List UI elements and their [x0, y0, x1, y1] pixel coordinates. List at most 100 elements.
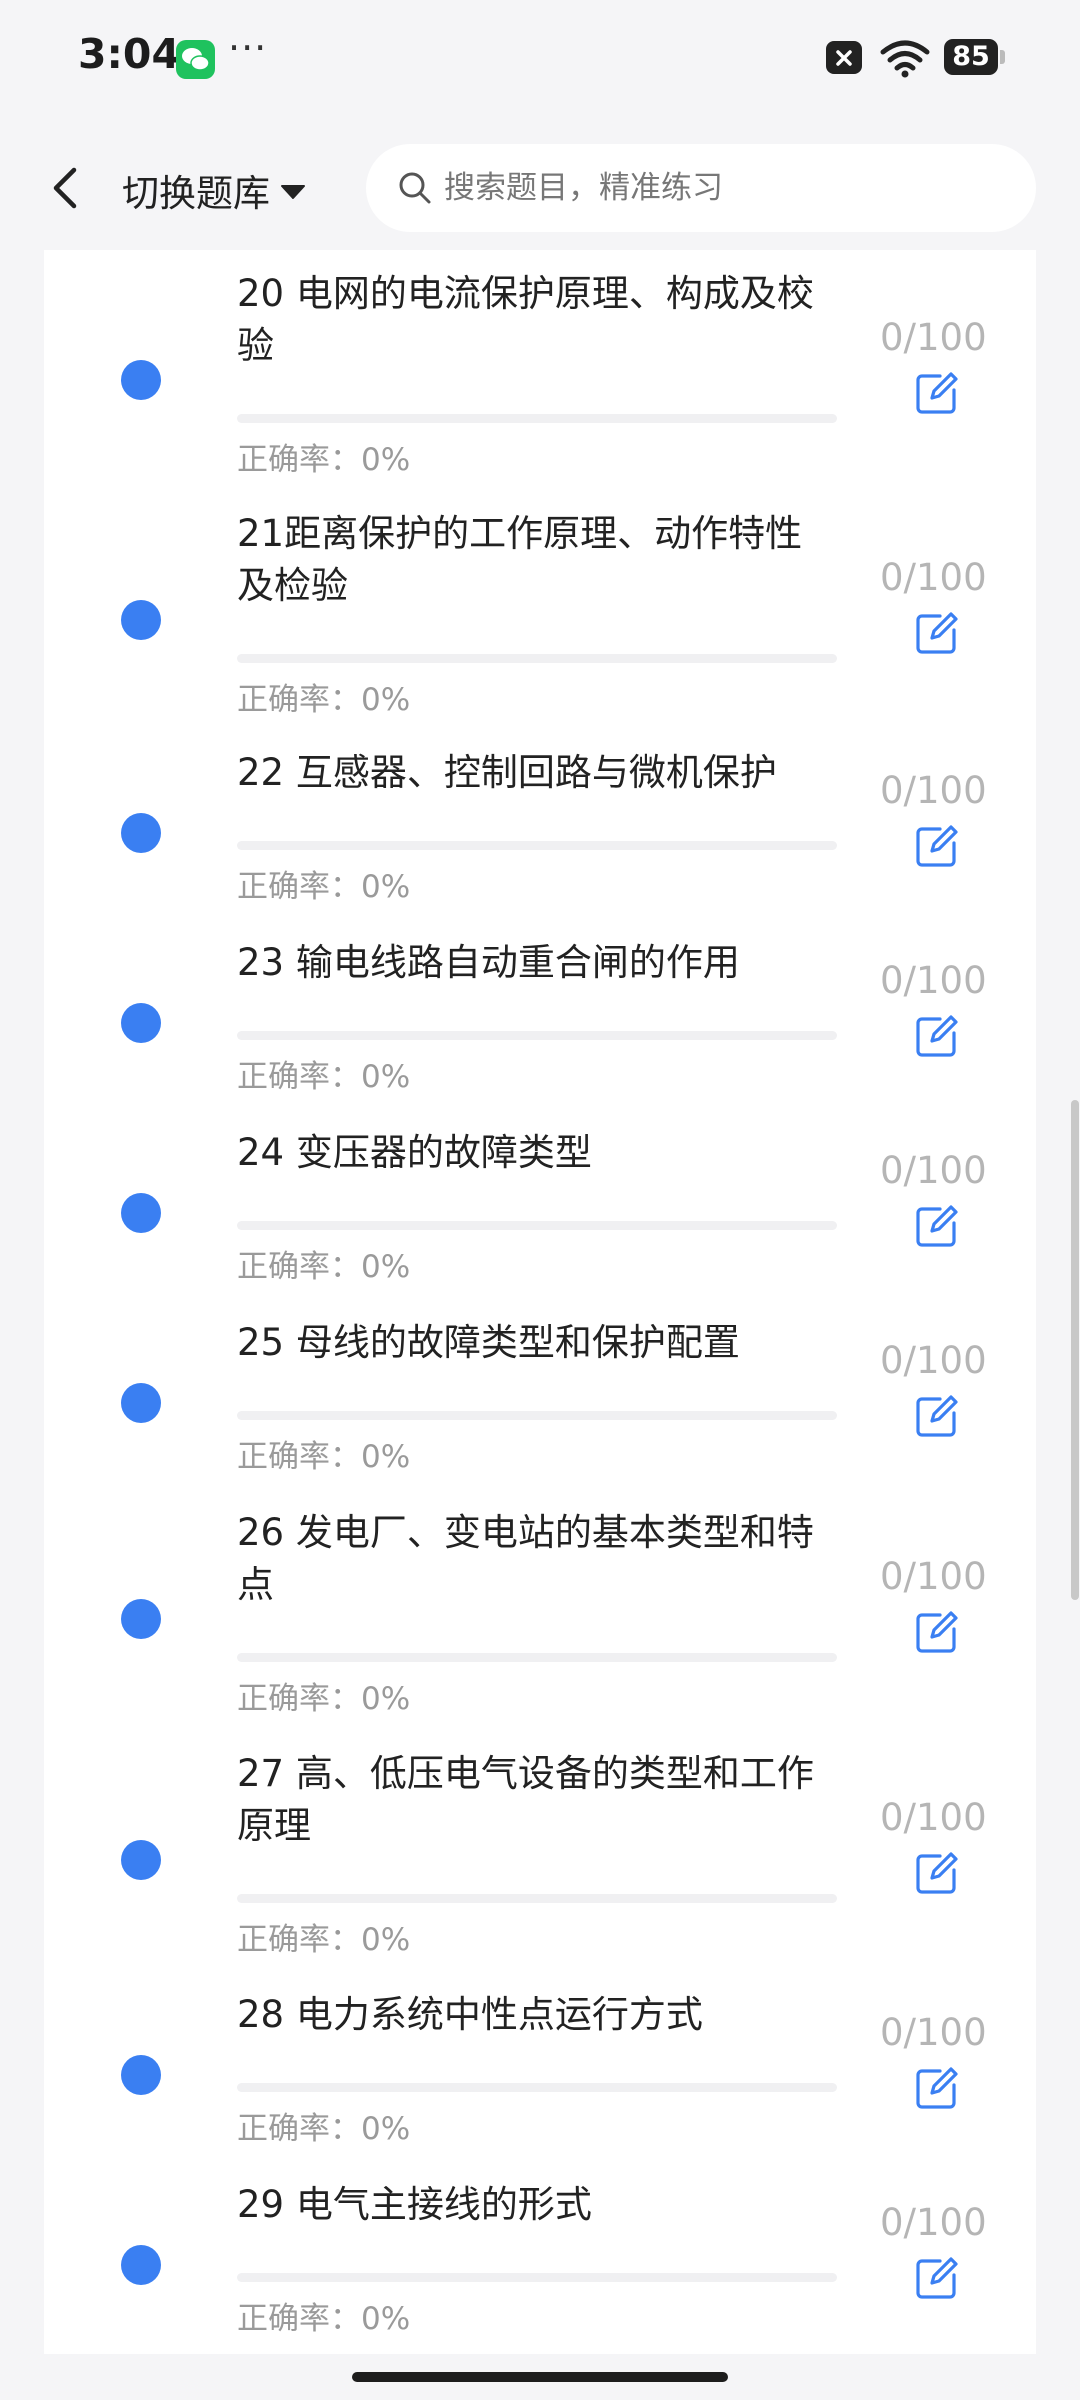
search-input[interactable]	[442, 169, 986, 207]
accuracy-label: 正确率：	[237, 1249, 361, 1285]
question-count: 0/100	[880, 556, 987, 599]
question-count: 0/100	[880, 316, 987, 359]
status-dot-icon	[121, 2055, 161, 2095]
accuracy-value: 0%	[361, 1922, 411, 1958]
progress-bar	[237, 1894, 837, 1903]
question-count: 0/100	[880, 1555, 987, 1598]
accuracy-text: 正确率：0%	[237, 1431, 410, 1476]
edit-icon[interactable]	[914, 1609, 960, 1655]
question-count: 0/100	[880, 1796, 987, 1839]
edit-icon[interactable]	[914, 1850, 960, 1896]
accuracy-value: 0%	[361, 2301, 411, 2337]
switch-question-bank-label: 切换题库	[122, 172, 270, 215]
accuracy-value: 0%	[361, 1249, 411, 1285]
accuracy-value: 0%	[361, 1681, 411, 1717]
chapter-list-item[interactable]: 20 电网的电流保护原理、构成及校验正确率：0% 0/100	[44, 268, 1036, 482]
accuracy-text: 正确率：0%	[237, 1914, 410, 1959]
edit-icon[interactable]	[914, 823, 960, 869]
chapter-list-item[interactable]: 25 母线的故障类型和保护配置 正确率：0% 0/100	[44, 1317, 1036, 1479]
progress-bar	[237, 1031, 837, 1040]
accuracy-value: 0%	[361, 1059, 411, 1095]
status-bar: 3:04 ··· 85	[0, 0, 1080, 120]
edit-icon[interactable]	[914, 370, 960, 416]
accuracy-value: 0%	[361, 442, 411, 478]
status-time: 3:04	[78, 30, 180, 78]
edit-icon[interactable]	[914, 1393, 960, 1439]
status-dot-icon	[121, 1599, 161, 1639]
chapter-list-item[interactable]: 24 变压器的故障类型 正确率：0% 0/100	[44, 1127, 1036, 1289]
battery-cap	[1000, 50, 1005, 64]
chapter-title: 23 输电线路自动重合闸的作用	[237, 941, 740, 984]
chapter-title: 28 电力系统中性点运行方式	[237, 1993, 703, 2036]
accuracy-label: 正确率：	[237, 1439, 361, 1475]
back-button[interactable]	[40, 158, 90, 218]
accuracy-label: 正确率：	[237, 682, 361, 718]
chapter-list-item[interactable]: 26 发电厂、变电站的基本类型和特点正确率：0% 0/100	[44, 1507, 1036, 1721]
accuracy-label: 正确率：	[237, 869, 361, 905]
search-bar[interactable]	[366, 144, 1036, 232]
question-count: 0/100	[880, 1149, 987, 1192]
question-count: 0/100	[880, 2011, 987, 2054]
chapter-title: 22 互感器、控制回路与微机保护	[237, 751, 777, 794]
edit-icon[interactable]	[914, 1013, 960, 1059]
question-count: 0/100	[880, 769, 987, 812]
accuracy-label: 正确率：	[237, 2111, 361, 2147]
chapter-list-item[interactable]: 27 高、低压电气设备的类型和工作原理正确率：0% 0/100	[44, 1748, 1036, 1962]
accuracy-text: 正确率：0%	[237, 1051, 410, 1096]
no-sim-icon	[826, 41, 862, 74]
accuracy-text: 正确率：0%	[237, 2293, 410, 2338]
accuracy-value: 0%	[361, 2111, 411, 2147]
progress-bar	[237, 2273, 837, 2282]
status-dot-icon	[121, 1193, 161, 1233]
battery-level: 85	[944, 39, 998, 75]
question-count: 0/100	[880, 959, 987, 1002]
chapter-title: 27 高、低压电气设备的类型和工作原理	[237, 1752, 814, 1847]
status-dot-icon	[121, 1383, 161, 1423]
progress-bar	[237, 1653, 837, 1662]
chapter-list-item[interactable]: 22 互感器、控制回路与微机保护 正确率：0% 0/100	[44, 747, 1036, 909]
search-icon	[398, 171, 432, 205]
top-nav-bar: 切换题库	[0, 120, 1080, 250]
edit-icon[interactable]	[914, 610, 960, 656]
chapter-list-item[interactable]: 21距离保护的工作原理、动作特性及检验 正确率：0% 0/100	[44, 508, 1036, 722]
wechat-icon	[176, 40, 215, 79]
accuracy-label: 正确率：	[237, 1681, 361, 1717]
status-dot-icon	[121, 360, 161, 400]
accuracy-value: 0%	[361, 1439, 411, 1475]
chapter-list-item[interactable]: 29 电气主接线的形式 正确率：0% 0/100	[44, 2179, 1036, 2341]
chapter-title: 20 电网的电流保护原理、构成及校验	[237, 272, 814, 367]
accuracy-label: 正确率：	[237, 2301, 361, 2337]
status-dot-icon	[121, 813, 161, 853]
accuracy-text: 正确率：0%	[237, 674, 410, 719]
question-count: 0/100	[880, 2201, 987, 2244]
edit-icon[interactable]	[914, 2255, 960, 2301]
status-dot-icon	[121, 1003, 161, 1043]
accuracy-label: 正确率：	[237, 1922, 361, 1958]
edit-icon[interactable]	[914, 1203, 960, 1249]
status-dot-icon	[121, 600, 161, 640]
progress-bar	[237, 2083, 837, 2092]
accuracy-text: 正确率：0%	[237, 1673, 410, 1718]
progress-bar	[237, 414, 837, 423]
progress-bar	[237, 654, 837, 663]
chapter-title: 26 发电厂、变电站的基本类型和特点	[237, 1511, 814, 1606]
progress-bar	[237, 1411, 837, 1420]
edit-icon[interactable]	[914, 2065, 960, 2111]
caret-down-icon	[281, 185, 305, 199]
status-dot-icon	[121, 2245, 161, 2285]
chapter-list: 20 电网的电流保护原理、构成及校验 正确率：0% 0/100 21距离保护的工作原理…	[44, 250, 1036, 2354]
progress-bar	[237, 841, 837, 850]
question-count: 0/100	[880, 1339, 987, 1382]
wifi-icon	[880, 40, 930, 78]
accuracy-label: 正确率：	[237, 442, 361, 478]
home-indicator[interactable]	[352, 2372, 728, 2382]
accuracy-text: 正确率：0%	[237, 1241, 410, 1286]
chapter-list-item[interactable]: 23 输电线路自动重合闸的作用 正确率：0% 0/100	[44, 937, 1036, 1099]
switch-question-bank-button[interactable]: 切换题库	[122, 160, 306, 220]
more-notifications-icon: ···	[228, 26, 268, 70]
chapter-title: 25 母线的故障类型和保护配置	[237, 1321, 740, 1364]
scrollbar[interactable]	[1071, 1100, 1079, 1600]
progress-bar	[237, 1221, 837, 1230]
chapter-list-item[interactable]: 28 电力系统中性点运行方式正确率：0% 0/100	[44, 1989, 1036, 2151]
status-dot-icon	[121, 1840, 161, 1880]
